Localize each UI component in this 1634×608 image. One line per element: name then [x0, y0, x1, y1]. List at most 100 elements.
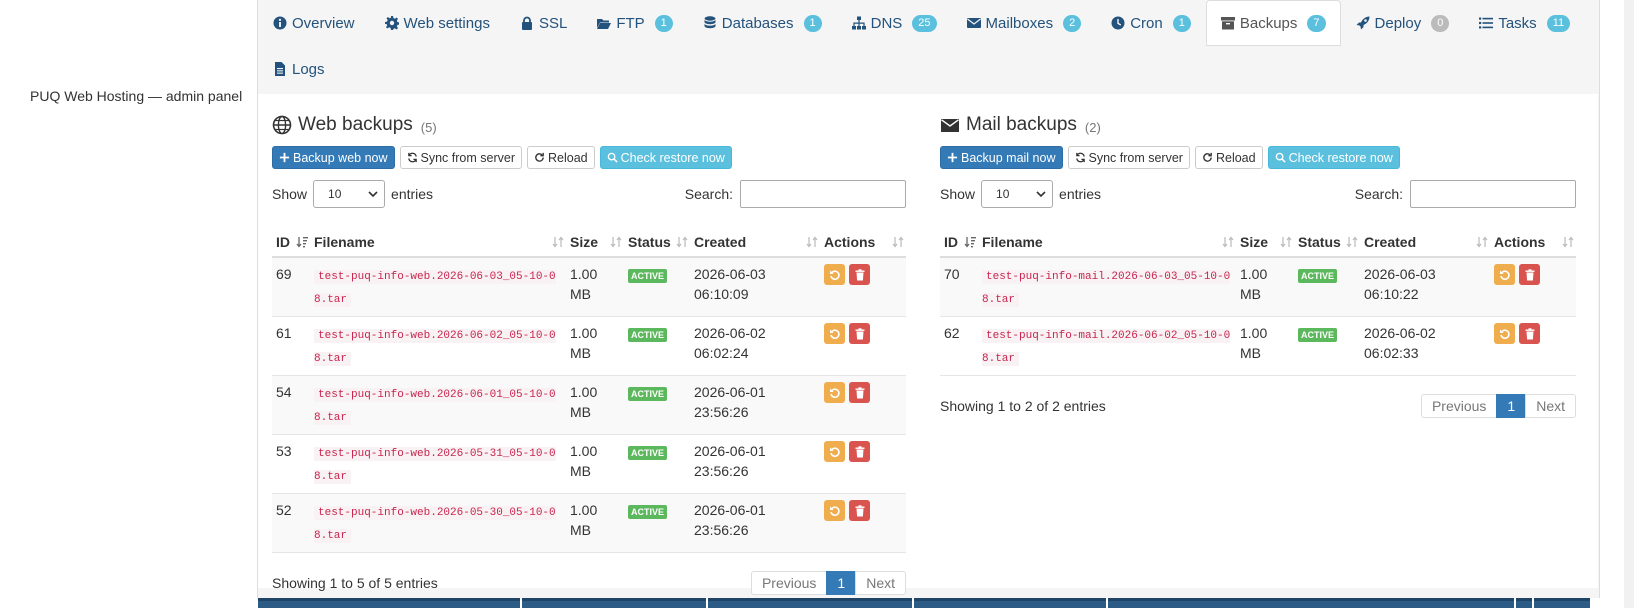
- delete-button[interactable]: [849, 382, 870, 403]
- mail-show-label: Show: [940, 186, 976, 202]
- backup-actions: [1490, 316, 1576, 376]
- backup-created: 2026-06-02 06:02:24: [690, 316, 820, 376]
- backup-filename-cell: test-puq-info-web.2026-06-03_05-10-08.ta…: [310, 257, 566, 317]
- trash-icon: [855, 327, 864, 339]
- tab-deploy[interactable]: Deploy 0: [1341, 0, 1465, 46]
- web-page-1-button[interactable]: 1: [826, 571, 857, 595]
- mail-backups-count: (2): [1084, 119, 1101, 135]
- restore-button[interactable]: [824, 264, 845, 285]
- restore-button[interactable]: [824, 323, 845, 344]
- delete-button[interactable]: [849, 500, 870, 521]
- web-backups-heading: Web backups: [298, 114, 413, 135]
- web-column-header-id[interactable]: ID: [272, 227, 310, 258]
- undo-icon: [1499, 269, 1510, 280]
- web-column-header-size[interactable]: Size: [566, 227, 624, 258]
- backup-actions: [820, 493, 906, 553]
- web-column-header-created[interactable]: Created: [690, 227, 820, 258]
- tab-databases[interactable]: Databases 1: [688, 0, 837, 46]
- trash-icon: [855, 386, 864, 398]
- restore-button[interactable]: [824, 382, 845, 403]
- tab-bar: Overview Web settings SSL FTP 1 Databases 1 DNS…: [258, 0, 1598, 92]
- restore-button[interactable]: [1494, 264, 1515, 285]
- status-badge: ACTIVE: [1298, 328, 1338, 342]
- tab-backups[interactable]: Backups 7: [1205, 0, 1341, 46]
- backup-size: 1.00 MB: [1236, 257, 1294, 317]
- backup-mail-now-button[interactable]: Backup mail now: [940, 146, 1063, 169]
- info-circle-icon: [273, 16, 287, 30]
- status-badge: ACTIVE: [628, 446, 668, 460]
- mail-sync-button[interactable]: Sync from server: [1067, 146, 1190, 169]
- tab-label: Cron: [1130, 14, 1163, 32]
- tab-web-settings[interactable]: Web settings: [370, 0, 505, 46]
- tab-logs[interactable]: Logs: [258, 46, 340, 92]
- tab-overview[interactable]: Overview: [258, 0, 370, 46]
- delete-button[interactable]: [849, 264, 870, 285]
- status-badge: ACTIVE: [628, 505, 668, 519]
- mail-page-length-select[interactable]: 10: [981, 180, 1054, 208]
- sort-icon: [1280, 236, 1292, 248]
- delete-button[interactable]: [1519, 323, 1540, 344]
- tab-dns[interactable]: DNS 25: [837, 0, 952, 46]
- mail-column-header-size[interactable]: Size: [1236, 227, 1294, 258]
- tab-count-badge: 25: [912, 14, 937, 32]
- mail-column-header-created[interactable]: Created: [1360, 227, 1490, 258]
- restore-button[interactable]: [824, 441, 845, 462]
- backup-filename: test-puq-info-mail.2026-06-02_05-10-08.t…: [982, 329, 1231, 366]
- backup-size: 1.00 MB: [1236, 316, 1294, 376]
- column-header-label: ID: [276, 233, 290, 250]
- backup-id: 69: [272, 257, 310, 317]
- tab-ssl[interactable]: SSL: [505, 0, 582, 46]
- sort-icon: [1346, 236, 1358, 248]
- tab-mailboxes[interactable]: Mailboxes 2: [952, 0, 1097, 46]
- backup-actions: [1490, 257, 1576, 317]
- web-search-input[interactable]: [740, 180, 906, 208]
- web-sync-button[interactable]: Sync from server: [399, 146, 522, 169]
- web-reload-button[interactable]: Reload: [526, 146, 595, 169]
- mail-column-header-status[interactable]: Status: [1294, 227, 1360, 258]
- backup-web-now-button[interactable]: Backup web now: [272, 146, 395, 169]
- mail-column-header-filename[interactable]: Filename: [978, 227, 1236, 258]
- database-icon: [704, 16, 716, 29]
- column-header-label: Status: [1298, 233, 1341, 250]
- tab-label: DNS: [870, 14, 903, 32]
- web-page-length-select[interactable]: 10: [313, 180, 386, 208]
- web-check-restore-button[interactable]: Check restore now: [599, 146, 732, 169]
- mail-search-input[interactable]: [1410, 180, 1576, 208]
- tab-label: Databases: [721, 14, 794, 32]
- trash-icon: [1525, 327, 1534, 339]
- web-reload-label: Reload: [547, 150, 588, 165]
- web-column-header-actions[interactable]: Actions: [820, 227, 906, 258]
- mail-previous-button[interactable]: Previous: [1420, 394, 1498, 418]
- rocket-icon: [1356, 16, 1370, 30]
- mail-check-restore-button[interactable]: Check restore now: [1267, 146, 1400, 169]
- mail-page-1-button[interactable]: 1: [1496, 394, 1527, 418]
- column-header-label: Filename: [314, 233, 375, 250]
- table-row: 70 test-puq-info-mail.2026-06-03_05-10-08…: [940, 257, 1576, 317]
- web-column-header-status[interactable]: Status: [624, 227, 690, 258]
- web-next-button[interactable]: Next: [855, 571, 906, 595]
- mail-check-restore-label: Check restore now: [1288, 150, 1393, 165]
- tab-label: Deploy: [1374, 14, 1422, 32]
- restore-button[interactable]: [1494, 323, 1515, 344]
- web-column-header-filename[interactable]: Filename: [310, 227, 566, 258]
- backup-filename-cell: test-puq-info-web.2026-06-01_05-10-08.ta…: [310, 375, 566, 435]
- web-check-restore-label: Check restore now: [620, 150, 725, 165]
- mail-column-header-id[interactable]: ID: [940, 227, 978, 258]
- delete-button[interactable]: [1519, 264, 1540, 285]
- page-scrollbar[interactable]: [1624, 0, 1634, 608]
- delete-button[interactable]: [849, 441, 870, 462]
- mail-reload-button[interactable]: Reload: [1194, 146, 1263, 169]
- web-previous-button[interactable]: Previous: [750, 571, 828, 595]
- tab-ftp[interactable]: FTP 1: [582, 0, 687, 46]
- tab-cron[interactable]: Cron 1: [1096, 0, 1206, 46]
- mail-column-header-actions[interactable]: Actions: [1490, 227, 1576, 258]
- mail-next-button[interactable]: Next: [1525, 394, 1576, 418]
- mail-sync-label: Sync from server: [1088, 150, 1183, 165]
- restore-button[interactable]: [824, 500, 845, 521]
- mail-reload-label: Reload: [1215, 150, 1256, 165]
- tab-tasks[interactable]: Tasks 11: [1464, 0, 1585, 46]
- backup-filename: test-puq-info-web.2026-06-03_05-10-08.ta…: [314, 270, 556, 307]
- delete-button[interactable]: [849, 323, 870, 344]
- column-header-label: ID: [944, 233, 958, 250]
- backup-filename-cell: test-puq-info-mail.2026-06-02_05-10-08.t…: [978, 316, 1236, 376]
